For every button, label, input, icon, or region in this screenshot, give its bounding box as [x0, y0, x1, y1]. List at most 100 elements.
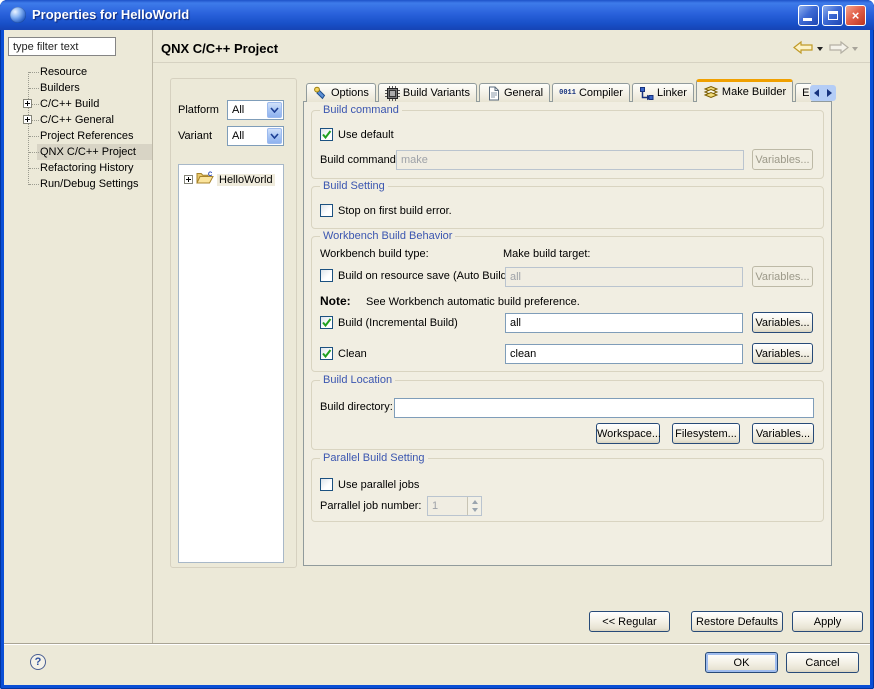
tree-item-label: Resource: [40, 66, 87, 78]
stepper-down-icon: [472, 508, 478, 512]
maximize-icon: [828, 11, 838, 20]
minimize-button[interactable]: [798, 5, 819, 26]
parallel-build-setting-group: Parallel Build Setting Use parallel jobs…: [311, 458, 824, 522]
back-dropdown-icon[interactable]: [817, 47, 823, 51]
parallel-jobs-stepper: [427, 496, 482, 516]
tab-general[interactable]: General: [479, 83, 550, 102]
group-title: Workbench Build Behavior: [320, 230, 455, 242]
build-directory-input[interactable]: [394, 398, 814, 418]
close-icon: ×: [846, 6, 865, 25]
workbench-build-type-label: Workbench build type:: [320, 248, 429, 260]
regular-toggle-button[interactable]: << Regular: [589, 611, 670, 632]
page-title: QNX C/C++ Project: [161, 41, 278, 56]
tree-item-qnx-project[interactable]: QNX C/C++ Project: [8, 144, 152, 160]
clean-target-input[interactable]: [505, 344, 743, 364]
project-label: HelloWorld: [217, 174, 275, 186]
incremental-build-target-input[interactable]: [505, 313, 743, 333]
variables-button: Variables...: [752, 266, 813, 287]
use-parallel-jobs-label: Use parallel jobs: [338, 479, 419, 491]
expand-plus-icon[interactable]: [23, 99, 32, 108]
use-parallel-jobs-checkbox[interactable]: [320, 478, 333, 491]
tab-compiler[interactable]: 0011 Compiler: [552, 83, 630, 102]
footer-divider-highlight: [4, 644, 870, 645]
tree-item-cpp-build[interactable]: C/C++ Build: [8, 96, 152, 112]
forward-dropdown-icon: [852, 47, 858, 51]
options-icon: [313, 86, 328, 101]
forward-arrow-icon: [828, 40, 850, 55]
tree-item-label: Builders: [40, 82, 80, 94]
incremental-build-checkbox[interactable]: [320, 316, 333, 329]
document-icon: [486, 86, 501, 101]
project-tree: C HelloWorld: [178, 164, 284, 563]
variant-select[interactable]: All: [227, 126, 284, 146]
clean-label: Clean: [338, 348, 367, 360]
restore-defaults-button[interactable]: Restore Defaults: [691, 611, 783, 632]
note-text: See Workbench automatic build preference…: [366, 296, 580, 308]
filter-input[interactable]: [8, 37, 116, 56]
compiler-icon: 0011: [559, 89, 576, 97]
tree-item-helloworld[interactable]: C HelloWorld: [184, 171, 275, 188]
tree-item-run-debug-settings[interactable]: Run/Debug Settings: [8, 176, 152, 192]
tree-item-resource[interactable]: Resource: [8, 64, 152, 80]
make-builder-icon: [703, 85, 719, 100]
minimize-icon: [803, 18, 812, 21]
ok-button[interactable]: OK: [705, 652, 778, 673]
tab-label: Make Builder: [722, 86, 786, 98]
header-divider: [153, 62, 870, 63]
variables-button[interactable]: Variables...: [752, 312, 813, 333]
tree-item-refactoring-history[interactable]: Refactoring History: [8, 160, 152, 176]
stop-on-error-label: Stop on first build error.: [338, 205, 452, 217]
chevron-down-icon[interactable]: [267, 102, 282, 118]
incremental-build-label: Build (Incremental Build): [338, 317, 458, 329]
forward-button: [828, 40, 850, 58]
tab-linker[interactable]: Linker: [632, 83, 694, 102]
workbench-build-behavior-group: Workbench Build Behavior Workbench build…: [311, 236, 824, 372]
platform-label: Platform: [178, 104, 219, 116]
tab-error-parsers[interactable]: Error Pa: [795, 83, 811, 102]
tree-item-label: Run/Debug Settings: [40, 178, 138, 190]
auto-build-checkbox[interactable]: [320, 269, 333, 282]
platform-select[interactable]: All: [227, 100, 284, 120]
tab-build-variants[interactable]: Build Variants: [378, 83, 477, 102]
clean-checkbox[interactable]: [320, 347, 333, 360]
variables-button: Variables...: [752, 149, 813, 170]
apply-button[interactable]: Apply: [792, 611, 863, 632]
titlebar[interactable]: Properties for HelloWorld ×: [0, 0, 874, 30]
tab-make-builder[interactable]: Make Builder: [696, 79, 793, 102]
tree-item-label: C/C++ Build: [40, 98, 99, 110]
stepper-up-icon: [472, 500, 478, 504]
tree-item-builders[interactable]: Builders: [8, 80, 152, 96]
make-build-target-label: Make build target:: [503, 248, 590, 260]
cancel-button[interactable]: Cancel: [786, 652, 859, 673]
tree-item-cpp-general[interactable]: C/C++ General: [8, 112, 152, 128]
help-icon: ?: [35, 656, 42, 668]
maximize-button[interactable]: [822, 5, 843, 26]
stop-on-error-checkbox[interactable]: [320, 204, 333, 217]
use-default-label: Use default: [338, 129, 394, 141]
stepper-arrows: [467, 497, 481, 515]
build-command-group: Build command Use default Build command:…: [311, 110, 824, 179]
tab-label: Linker: [657, 87, 687, 99]
group-title: Parallel Build Setting: [320, 452, 428, 464]
variables-button[interactable]: Variables...: [752, 423, 814, 444]
filesystem-button[interactable]: Filesystem...: [672, 423, 740, 444]
help-button[interactable]: ?: [30, 654, 46, 670]
tab-label: Build Variants: [403, 87, 470, 99]
build-location-group: Build Location Build directory: Workspac…: [311, 380, 824, 450]
tab-scroll-left-icon[interactable]: [814, 89, 819, 97]
use-default-checkbox[interactable]: [320, 128, 333, 141]
back-button[interactable]: [792, 40, 814, 58]
svg-text:C: C: [208, 172, 213, 178]
tab-scroll-right-icon[interactable]: [827, 89, 832, 97]
build-command-label: Build command:: [320, 154, 399, 166]
variables-button[interactable]: Variables...: [752, 343, 813, 364]
close-button[interactable]: ×: [845, 5, 866, 26]
expand-plus-icon[interactable]: [23, 115, 32, 124]
tab-label: Compiler: [579, 87, 623, 99]
expand-plus-icon[interactable]: [184, 175, 193, 184]
chevron-down-icon[interactable]: [267, 128, 282, 144]
workspace-button[interactable]: Workspace...: [596, 423, 660, 444]
tree-item-label: Project References: [40, 130, 134, 142]
tree-item-project-references[interactable]: Project References: [8, 128, 152, 144]
tab-options[interactable]: Options: [306, 83, 376, 102]
